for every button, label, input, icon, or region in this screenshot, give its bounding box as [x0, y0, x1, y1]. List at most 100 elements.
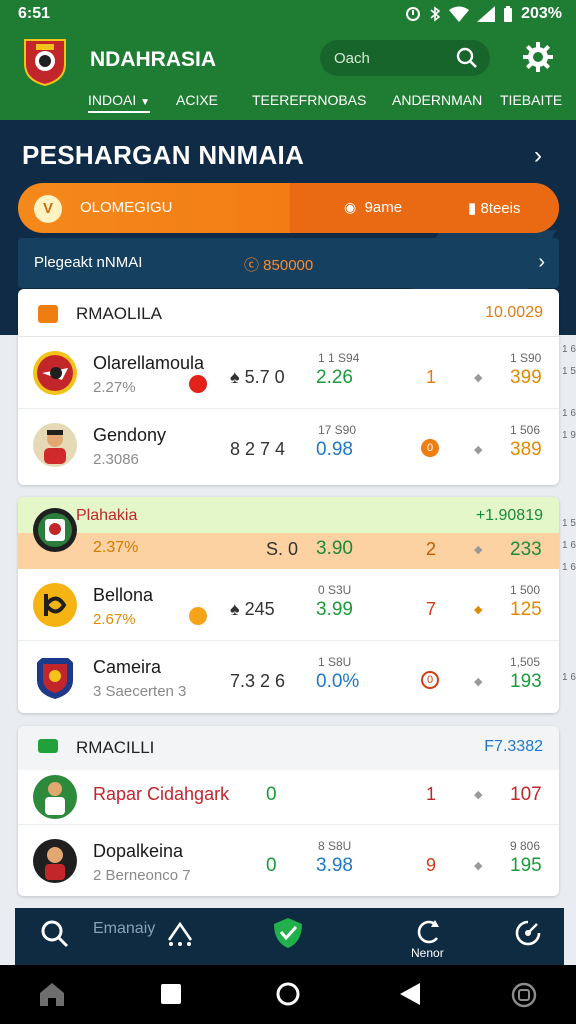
pill-left-text: OLOMEGIGU [80, 199, 173, 216]
route-icon [167, 921, 193, 946]
stat-caption: 1 1 S94 [318, 351, 360, 365]
stat-value: 7.3 2 6 [230, 671, 286, 691]
card-header[interactable]: Plahakia +1.90819 [18, 497, 559, 533]
nav-item-route[interactable] [165, 918, 195, 953]
standings-card: Plahakia +1.90819 2.37% S. 0 3.90 2 ◆ 23… [18, 497, 559, 713]
club-crest-logo[interactable] [22, 36, 68, 86]
stat-value: ♠ 5.7 0 [230, 367, 285, 387]
tab-teerefrnobas[interactable]: TEEREFRNOBAS [252, 92, 366, 108]
status-bar: 6:51 203% [0, 0, 576, 28]
rail-item: 1 6 [562, 672, 576, 683]
pill-mid-value: 9ame [364, 199, 403, 216]
nav-label-partial: Emanaiy [93, 920, 156, 937]
back-icon[interactable] [398, 981, 422, 1012]
diamond-icon: ◆ [474, 860, 483, 872]
standings-card: RMAOLILA 10.0029 Olarellamoula 2.27% ♠ 5… [18, 289, 559, 485]
status-icons: 203% [405, 5, 562, 23]
team-name: Olarellamoula [93, 353, 205, 373]
points-value: 233 [510, 539, 542, 560]
team-name: Cameira [93, 657, 162, 677]
card-title: Plahakia [76, 507, 138, 524]
app-title: NDAHRASIA [90, 48, 216, 71]
team-sub: 3 Saecerten 3 [93, 683, 187, 700]
rail-item: 1 5 6 [562, 366, 576, 377]
diamond-icon: ◆ [474, 676, 483, 688]
avatar [33, 423, 77, 467]
system-nav-bar [0, 965, 576, 1024]
promo-label: Plegeakt nNMAI [34, 254, 143, 271]
rail-item: 1 9 [562, 430, 576, 441]
highlight-row[interactable]: 2.37% S. 0 3.90 2 ◆ 233 [18, 533, 559, 569]
avatar [33, 351, 77, 395]
avatar [33, 508, 77, 552]
points-value: 399 [510, 367, 542, 388]
table-row[interactable]: Dopalkeina 2 Berneonco 7 0 8 S8U 3.98 9 … [18, 825, 559, 896]
table-row[interactable]: Olarellamoula 2.27% ♠ 5.7 0 1 1 S94 2.26… [18, 337, 559, 409]
promo-bar[interactable]: Plegeakt nNMAI ⓒ 850000 › [18, 238, 559, 288]
search-icon[interactable] [456, 47, 478, 69]
status-dot [189, 607, 207, 625]
chat-icon [38, 305, 58, 323]
square-icon[interactable] [160, 983, 182, 1010]
diamond-icon: ◆ [474, 544, 483, 556]
card-header[interactable]: RMAOLILA 10.0029 [18, 289, 559, 337]
pill-mid-text: ◉ 9ame [344, 199, 402, 216]
odds-value: 0 [266, 784, 277, 805]
stat-caption: 8 S8U [318, 839, 352, 853]
points-caption: 1 500 [510, 583, 541, 597]
nav-item-search[interactable] [39, 918, 69, 953]
ticket-icon [38, 739, 58, 753]
nav-item-refresh[interactable] [413, 918, 443, 949]
rank-value: 9 [426, 855, 437, 875]
stat-caption: 17 S90 [318, 423, 357, 437]
chevron-down-icon: ▼ [140, 97, 151, 108]
card-header[interactable]: RMACILLI F7.3382 [18, 726, 559, 770]
nav-item-compass[interactable] [513, 918, 543, 953]
card-stack-icon: ▮ [468, 200, 477, 217]
shield-check-icon [274, 918, 302, 948]
refresh-icon [417, 920, 439, 944]
accessibility-icon[interactable] [510, 981, 538, 1014]
gear-icon[interactable] [521, 40, 555, 74]
tab-label: TEEREFRNOBAS [252, 92, 367, 108]
team-sub: 2.27% [93, 379, 136, 396]
team-name: Rapar Cidahgark [93, 784, 230, 804]
table-row[interactable]: Rapar Cidahgark 0 1 ◆ 107 [18, 770, 559, 825]
diamond-icon: ◆ [474, 604, 483, 616]
pill-right-value: 8teeis [480, 200, 521, 217]
tab-tiebaite[interactable]: TIEBAITE [500, 92, 562, 108]
target-icon: ◉ [344, 199, 357, 215]
points-caption: 9 806 [510, 839, 541, 853]
avatar [37, 658, 73, 699]
nav-tabs: INDOAI ▼ ACIXE TEEREFRNOBAS ANDERNMAN TI… [0, 90, 576, 116]
team-sub: 2.67% [93, 611, 136, 628]
search-icon [41, 920, 69, 948]
tab-label: ACIXE [176, 92, 219, 108]
side-rail: 1 6 1 5 6 1 6 1 9 1 5 1 6 1 6 1 6 [562, 340, 576, 690]
tab-label: TIEBAITE [500, 92, 563, 108]
nav-item-home-shield[interactable] [271, 916, 305, 955]
circle-icon[interactable] [275, 981, 301, 1012]
wifi-icon [449, 6, 470, 22]
alarm-icon [406, 7, 421, 21]
diamond-icon: ◆ [474, 444, 483, 456]
odds-value: 3.99 [316, 599, 353, 620]
tab-andernman[interactable]: ANDERNMAN [392, 92, 482, 108]
search-input[interactable]: Oach [320, 40, 490, 76]
status-dot [189, 375, 207, 393]
home-icon[interactable] [38, 981, 66, 1012]
table-row[interactable]: Bellona 2.67% ♠ 245 0 S3U 3.99 7 ◆ 1 500… [18, 569, 559, 641]
points-value: 195 [510, 855, 542, 876]
signal-icon [477, 6, 496, 22]
chevron-right-icon[interactable]: › [534, 142, 542, 170]
rank-value: 2 [426, 539, 437, 559]
odds-value: 0.98 [316, 439, 353, 460]
table-row[interactable]: Cameira 3 Saecerten 3 7.3 2 6 1 S8U 0.0%… [18, 641, 559, 713]
stat-value: S. 0 [266, 539, 299, 559]
avatar [33, 583, 77, 627]
table-row[interactable]: Gendony 2.3086 8 2 7 4 17 S90 0.98 0 ◆ 1… [18, 409, 559, 481]
avatar [33, 775, 77, 819]
summary-pill[interactable]: V OLOMEGIGU ◉ 9ame ▮ 8teeis [18, 183, 559, 233]
tab-acixe[interactable]: ACIXE [176, 92, 218, 108]
tab-indoai[interactable]: INDOAI ▼ [88, 92, 151, 113]
